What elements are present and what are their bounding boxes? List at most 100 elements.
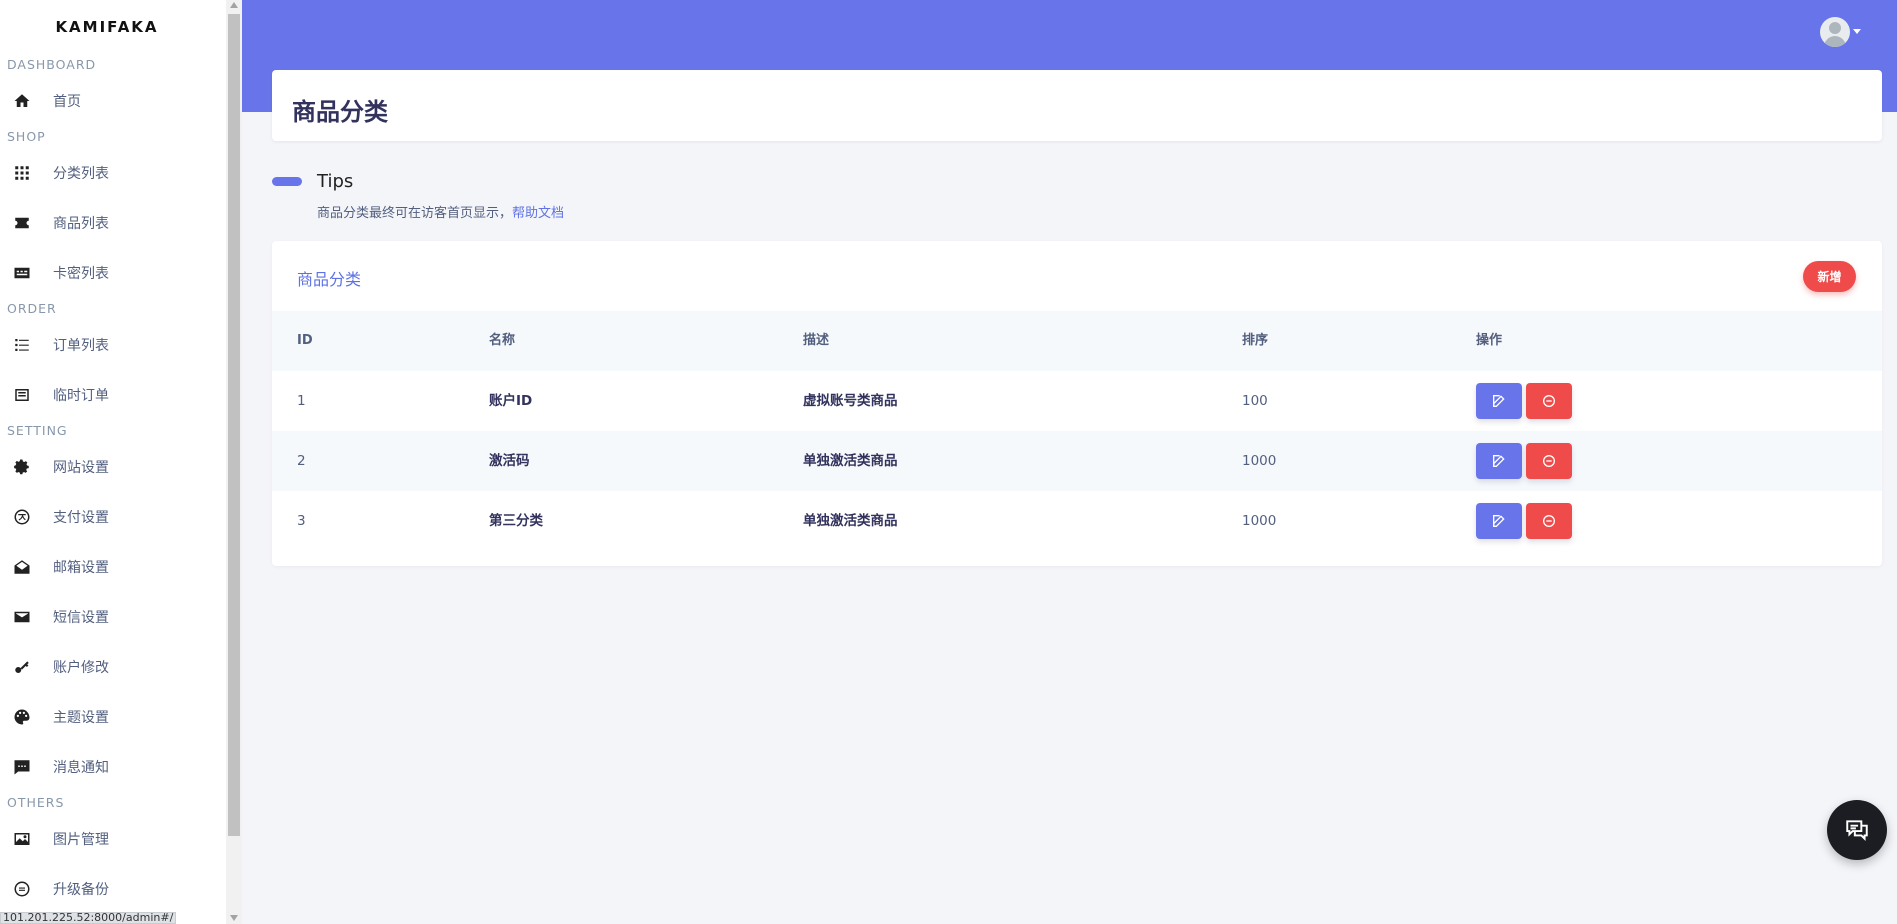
help-docs-link[interactable]: 帮助文档 <box>512 206 564 221</box>
avatar-head <box>1829 22 1841 34</box>
card-icon <box>12 263 32 283</box>
ticket-icon <box>12 213 32 233</box>
column-header-actions: 操作 <box>1476 333 1503 348</box>
status-bar-url: 101.201.225.52:8000/admin#/ <box>0 912 176 924</box>
page-title: 商品分类 <box>292 98 388 126</box>
sidebar-item-label: 订单列表 <box>53 338 109 354</box>
user-avatar[interactable] <box>1820 17 1850 47</box>
refresh-icon <box>12 879 32 899</box>
sidebar-item-product-list[interactable]: 商品列表 <box>0 198 226 248</box>
brand-logo[interactable]: KAMIFAKA <box>0 0 226 54</box>
sidebar-item-upgrade-backup[interactable]: 升级备份 <box>0 864 226 914</box>
delete-button[interactable] <box>1526 443 1572 479</box>
cell-desc: 虚拟账号类商品 <box>803 393 898 409</box>
sidebar-item-notifications[interactable]: 消息通知 <box>0 742 226 792</box>
cell-name: 账户ID <box>489 393 533 409</box>
envelope-open-icon <box>12 557 32 577</box>
cell-sort: 1000 <box>1242 513 1277 529</box>
cell-sort: 1000 <box>1242 453 1277 469</box>
sidebar-item-temp-order[interactable]: 临时订单 <box>0 370 226 420</box>
minus-circle-icon <box>1543 395 1555 407</box>
minus-circle-icon <box>1543 455 1555 467</box>
sidebar-item-label: 首页 <box>53 94 81 110</box>
cell-id: 3 <box>297 513 306 529</box>
cell-name: 激活码 <box>489 453 530 469</box>
sidebar-item-label: 升级备份 <box>53 882 109 898</box>
sidebar-item-sms-settings[interactable]: 短信设置 <box>0 592 226 642</box>
sidebar-item-theme-settings[interactable]: 主题设置 <box>0 692 226 742</box>
sidebar-item-category-list[interactable]: 分类列表 <box>0 148 226 198</box>
column-header-sort: 排序 <box>1242 333 1269 348</box>
cell-sort: 100 <box>1242 393 1268 409</box>
page-title-card: 商品分类 <box>272 70 1882 141</box>
section-dashboard: DASHBOARD <box>7 57 97 72</box>
tips-description: 商品分类最终可在访客首页显示， <box>317 206 513 221</box>
section-setting: SETTING <box>7 423 68 438</box>
sidebar-item-label: 分类列表 <box>53 166 109 182</box>
payment-icon <box>12 507 32 527</box>
cell-id: 1 <box>297 393 306 409</box>
edit-icon <box>1493 455 1505 467</box>
image-icon <box>12 829 32 849</box>
sidebar-item-order-list[interactable]: 订单列表 <box>0 320 226 370</box>
sidebar-item-account-edit[interactable]: 账户修改 <box>0 642 226 692</box>
scroll-down-arrow-icon[interactable] <box>230 915 238 921</box>
envelope-icon <box>12 607 32 627</box>
edit-button[interactable] <box>1476 443 1522 479</box>
message-icon <box>12 757 32 777</box>
sidebar-item-label: 账户修改 <box>53 660 109 676</box>
delete-button[interactable] <box>1526 503 1572 539</box>
sidebar-item-image-manage[interactable]: 图片管理 <box>0 814 226 864</box>
scroll-up-arrow-icon[interactable] <box>230 2 238 8</box>
home-icon <box>12 91 32 111</box>
gear-icon <box>12 457 32 477</box>
scrollbar-thumb[interactable] <box>228 14 240 836</box>
delete-button[interactable] <box>1526 383 1572 419</box>
sidebar-item-payment-settings[interactable]: 支付设置 <box>0 492 226 542</box>
receipt-icon <box>12 385 32 405</box>
sidebar-item-label: 主题设置 <box>53 710 109 726</box>
table-row: 3 第三分类 单独激活类商品 1000 <box>272 491 1882 551</box>
section-order: ORDER <box>7 301 57 316</box>
table-header: ID 名称 描述 排序 操作 <box>272 311 1882 371</box>
minus-circle-icon <box>1543 515 1555 527</box>
add-category-button[interactable]: 新增 <box>1803 261 1856 292</box>
sidebar-item-label: 图片管理 <box>53 832 109 848</box>
column-header-name: 名称 <box>489 333 516 348</box>
category-table-card: 商品分类 新增 ID 名称 描述 排序 操作 1 账户ID 虚拟账号类商品 10… <box>272 241 1882 566</box>
chevron-down-icon[interactable] <box>1853 29 1861 34</box>
sidebar-item-label: 邮箱设置 <box>53 560 109 576</box>
section-others: OTHERS <box>7 795 65 810</box>
edit-button[interactable] <box>1476 383 1522 419</box>
sidebar-item-home[interactable]: 首页 <box>0 76 226 126</box>
chat-icon <box>1846 820 1868 842</box>
table-row: 2 激活码 单独激活类商品 1000 <box>272 431 1882 491</box>
cell-id: 2 <box>297 453 306 469</box>
cell-name: 第三分类 <box>489 513 543 529</box>
column-header-id: ID <box>297 333 313 348</box>
column-header-desc: 描述 <box>803 333 830 348</box>
table-row: 1 账户ID 虚拟账号类商品 100 <box>272 371 1882 431</box>
sidebar-item-label: 临时订单 <box>53 388 109 404</box>
tips-title: Tips <box>317 171 354 192</box>
key-icon <box>12 657 32 677</box>
sidebar-item-label: 支付设置 <box>53 510 109 526</box>
chat-button[interactable] <box>1827 800 1887 860</box>
tips-text: 商品分类最终可在访客首页显示，帮助文档 <box>317 202 564 221</box>
avatar-body <box>1824 36 1846 47</box>
edit-button[interactable] <box>1476 503 1522 539</box>
section-shop: SHOP <box>7 129 46 144</box>
edit-icon <box>1493 515 1505 527</box>
edit-icon <box>1493 395 1505 407</box>
sidebar-item-label: 消息通知 <box>53 760 109 776</box>
category-grid-icon <box>12 163 32 183</box>
sidebar-item-label: 商品列表 <box>53 216 109 232</box>
tips-accent-bar <box>272 177 302 186</box>
cell-desc: 单独激活类商品 <box>803 513 898 529</box>
sidebar-item-label: 短信设置 <box>53 610 109 626</box>
sidebar-scrollbar[interactable] <box>226 0 242 924</box>
sidebar-item-mail-settings[interactable]: 邮箱设置 <box>0 542 226 592</box>
sidebar-item-site-settings[interactable]: 网站设置 <box>0 442 226 492</box>
sidebar-item-card-list[interactable]: 卡密列表 <box>0 248 226 298</box>
sidebar-item-label: 卡密列表 <box>53 266 109 282</box>
